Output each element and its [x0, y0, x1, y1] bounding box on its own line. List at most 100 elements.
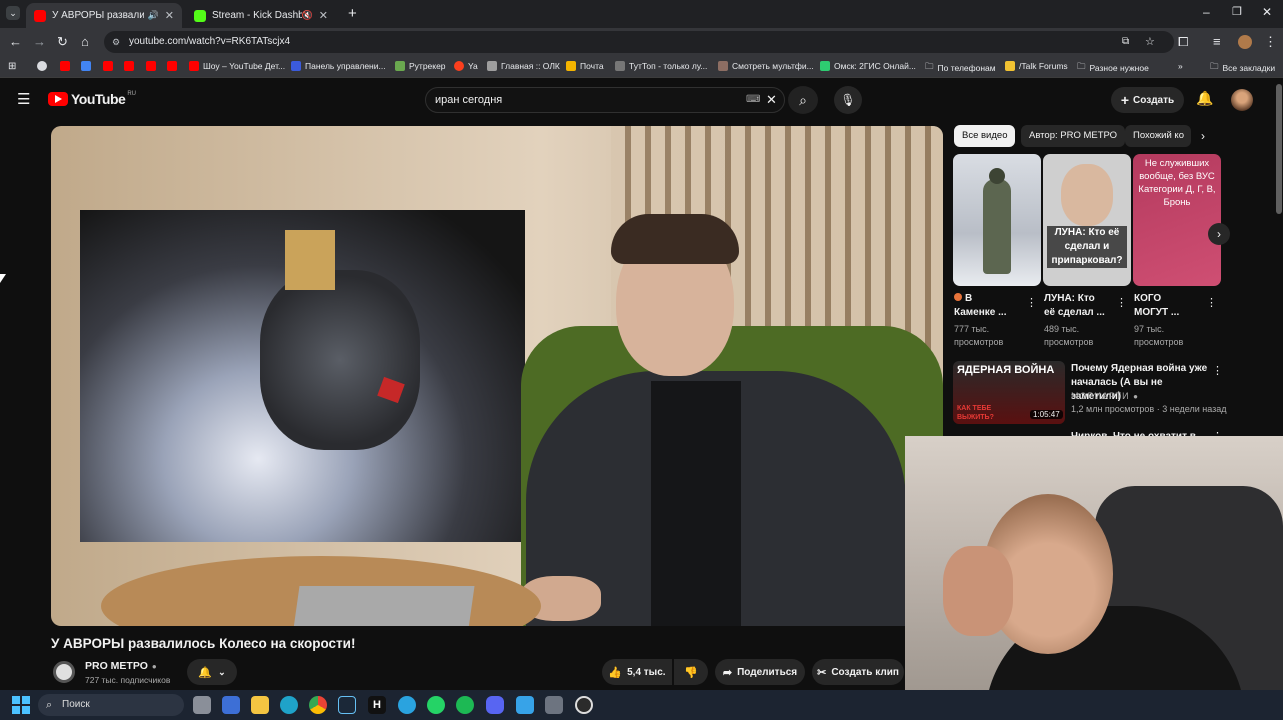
youtube-logo[interactable]: YouTube RU: [48, 91, 136, 107]
forward-icon[interactable]: →: [33, 34, 46, 49]
chip-all-videos[interactable]: Все видео: [954, 125, 1016, 147]
bookmark-rutracker[interactable]: Рутрекер: [395, 61, 446, 71]
bookmark-icon-yt2[interactable]: [103, 61, 117, 71]
short-thumb-3[interactable]: Не служивших вообще, без ВУС Категории Д…: [1133, 154, 1221, 286]
whatsapp-icon[interactable]: [427, 696, 445, 714]
keyboard-icon[interactable]: ⌨: [746, 88, 760, 112]
clip-button[interactable]: ✂ Создать клип: [812, 659, 904, 685]
profile-avatar[interactable]: [1238, 35, 1252, 49]
short-menu-icon-3[interactable]: ⋮: [1206, 296, 1217, 309]
short-thumb-1[interactable]: [953, 154, 1041, 286]
task-view-icon[interactable]: [193, 696, 211, 714]
obs-icon[interactable]: [575, 696, 593, 714]
taskbar-search[interactable]: ⌕ Поиск: [38, 694, 184, 716]
install-app-icon[interactable]: ⧉: [1122, 31, 1129, 53]
tab-close-icon[interactable]: ✕: [319, 9, 328, 22]
chips-next-icon[interactable]: ›: [1201, 129, 1205, 143]
chat-app-icon[interactable]: [516, 696, 534, 714]
bookmark-star-icon[interactable]: ☆: [1145, 31, 1155, 53]
short-title-3[interactable]: КОГО МОГУТ ...: [1134, 292, 1200, 320]
site-info-icon[interactable]: ⚙: [112, 31, 120, 53]
recommended-menu-icon[interactable]: ⋮: [1212, 364, 1223, 377]
speaker-icon[interactable]: 🔊: [148, 10, 159, 21]
browser-menu-icon[interactable]: ⋮: [1264, 34, 1277, 50]
telegram-icon[interactable]: [398, 696, 416, 714]
bookmark-olk[interactable]: Главная :: ОЛК: [487, 61, 560, 71]
bookmark-icon-chrome[interactable]: [37, 61, 51, 71]
voice-search-icon[interactable]: 🎙: [834, 86, 862, 114]
apps-icon[interactable]: ⊞: [8, 61, 16, 72]
restore-icon[interactable]: ❐: [1232, 5, 1242, 18]
home-icon[interactable]: ⌂: [81, 34, 89, 49]
bookmark-folder-phones[interactable]: 🗀 По телефонам: [925, 61, 996, 75]
reload-icon[interactable]: ↻: [57, 34, 68, 50]
file-explorer-icon[interactable]: [251, 696, 269, 714]
windows-start-icon[interactable]: [12, 696, 30, 714]
hamburger-menu-icon[interactable]: ☰: [17, 90, 30, 108]
short-menu-icon-1[interactable]: ⋮: [1026, 296, 1037, 309]
recommended-thumb[interactable]: ЯДЕРНАЯ ВОЙНА КАК ТЕБЕ ВЫЖИТЬ? 1:05:47: [953, 361, 1065, 424]
bookmark-folder-all[interactable]: 🗀 Все закладки: [1210, 61, 1275, 75]
bookmark-icon-yt1[interactable]: [60, 61, 74, 71]
tab-title: У АВРОРЫ развалилось К: [52, 10, 144, 21]
subscription-bell-button[interactable]: 🔔 ⌄: [187, 659, 237, 685]
bookmark-shows[interactable]: Шоу – YouTube Дет...: [189, 61, 285, 71]
spotify-icon[interactable]: [456, 696, 474, 714]
notifications-bell-icon[interactable]: 🔔: [1196, 90, 1213, 107]
short-menu-icon-2[interactable]: ⋮: [1116, 296, 1127, 309]
bookmark-icon-yt4[interactable]: [146, 61, 160, 71]
shorts-next-icon[interactable]: ›: [1208, 223, 1230, 245]
store-icon[interactable]: [222, 696, 240, 714]
tab-kick[interactable]: Stream - Kick Dashboard 🔇 ✕: [186, 3, 336, 28]
tab-close-icon[interactable]: ✕: [165, 9, 174, 22]
bookmark-2gis[interactable]: Омск: 2ГИС Онлай...: [820, 61, 916, 71]
recommended-channel[interactable]: МОРИАРТИ ●: [1071, 390, 1139, 403]
search-button-icon[interactable]: ⌕: [788, 86, 818, 114]
short-views-3: 97 тыс. просмотров: [1134, 324, 1184, 347]
bookmark-icon-yt5[interactable]: [167, 61, 181, 71]
bookmark-icon-yt3[interactable]: [124, 61, 138, 71]
bookmark-mail[interactable]: Почта: [566, 61, 604, 71]
close-window-icon[interactable]: ✕: [1262, 5, 1272, 19]
steam-icon[interactable]: [338, 696, 356, 714]
calculator-icon[interactable]: [545, 696, 563, 714]
chip-author[interactable]: Автор: PRO МЕТРО: [1021, 125, 1126, 147]
discord-icon[interactable]: [486, 696, 504, 714]
new-tab-icon[interactable]: +: [348, 5, 357, 22]
chip-similar[interactable]: Похожий ко: [1125, 125, 1191, 147]
tab-list-icon[interactable]: ⌄: [6, 6, 20, 20]
more-bookmarks-icon[interactable]: »: [1178, 61, 1183, 71]
mute-icon[interactable]: 🔇: [302, 10, 313, 21]
clear-search-icon[interactable]: ✕: [766, 88, 777, 112]
bookmark-icon-blue[interactable]: [81, 61, 95, 71]
extensions-icon[interactable]: ⧠: [1178, 34, 1188, 50]
video-player[interactable]: [51, 126, 943, 626]
share-button[interactable]: ➦ Поделиться: [715, 659, 805, 685]
minimize-icon[interactable]: –: [1203, 5, 1210, 19]
bookmark-cartoons[interactable]: Смотреть мультфи...: [718, 61, 814, 71]
chrome-icon[interactable]: [309, 696, 327, 714]
create-button[interactable]: + Создать: [1111, 87, 1184, 113]
heroic-icon[interactable]: H: [368, 696, 386, 714]
bookmark-panel[interactable]: Панель управлени...: [291, 61, 386, 71]
channel-avatar[interactable]: [53, 661, 75, 683]
account-avatar[interactable]: [1231, 89, 1253, 111]
like-button[interactable]: 👍 5,4 тыс.: [602, 659, 672, 685]
inset-wheel-photo: [80, 210, 525, 542]
bookmark-folder-misc[interactable]: 🗀 Разное нужное: [1077, 61, 1149, 75]
back-icon[interactable]: ←: [9, 34, 22, 49]
bookmark-ya[interactable]: Ya: [454, 61, 478, 71]
short-title-1[interactable]: В Каменке ...: [954, 292, 1020, 320]
short-title-2[interactable]: ЛУНА: Кто её сделал ...: [1044, 292, 1110, 320]
page-scrollbar[interactable]: [1276, 84, 1282, 214]
short-thumb-2[interactable]: ЛУНА: Кто её сделал и припарковал?: [1043, 154, 1131, 286]
media-icon[interactable]: ≡: [1213, 34, 1221, 49]
bookmark-tuttop[interactable]: ТутТоп - только лу...: [615, 61, 707, 71]
channel-name[interactable]: PRO МЕТРО ●: [85, 660, 157, 672]
bookmark-talk-forums[interactable]: /Talk Forums: [1005, 61, 1068, 71]
address-bar[interactable]: ⚙ youtube.com/watch?v=RK6TATscjx4 ⧉ ☆: [104, 31, 1174, 53]
search-input[interactable]: иран сегодня ⌨ ✕: [425, 87, 785, 113]
tab-youtube[interactable]: У АВРОРЫ развалилось К 🔊 ✕: [26, 3, 182, 28]
dislike-button[interactable]: 👎: [674, 659, 708, 685]
edge-icon[interactable]: [280, 696, 298, 714]
